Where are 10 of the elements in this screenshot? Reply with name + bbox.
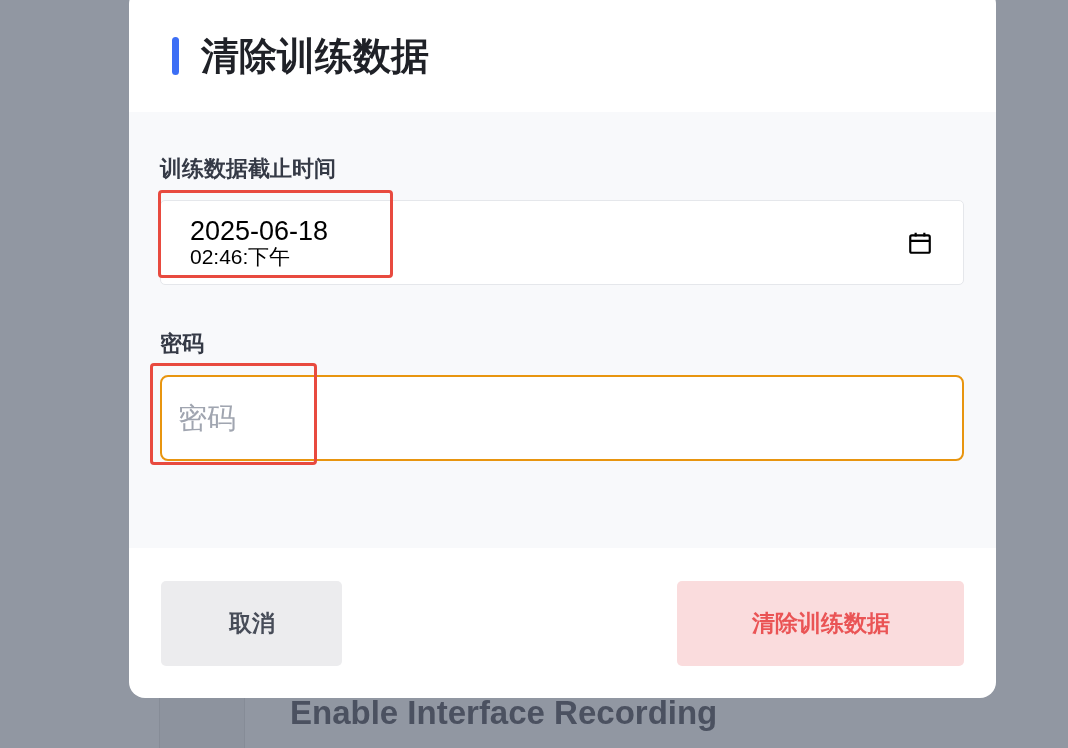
date-value: 2025-06-18 [190, 217, 329, 246]
cancel-button[interactable]: 取消 [161, 581, 342, 666]
dialog-title: 清除训练数据 [201, 32, 429, 80]
password-field[interactable]: 密码 [160, 375, 964, 461]
field-label: 密码 [160, 330, 205, 358]
background-heading: Enable Interface Recording [290, 694, 719, 732]
accent-bar [172, 37, 179, 75]
date-field[interactable]: 2025-06-18 02:46:下午 [160, 200, 964, 285]
field-label: 训练数据截止时间 [160, 155, 337, 183]
time-value: 02:46:下午 [190, 245, 292, 268]
